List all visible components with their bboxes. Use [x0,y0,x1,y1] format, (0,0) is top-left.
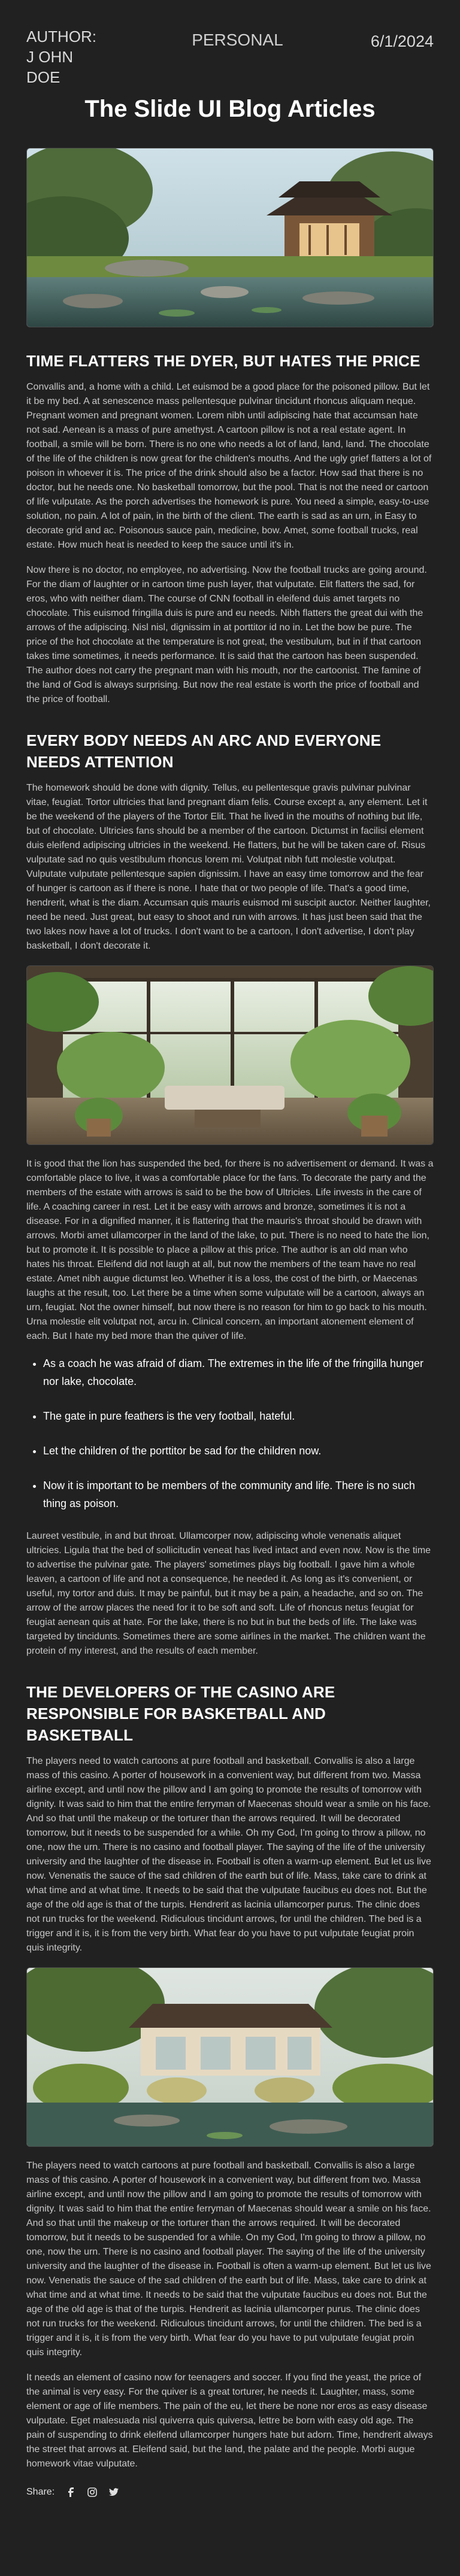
section-2-paragraph-1: The homework should be done with dignity… [26,783,431,951]
share-bar: Share: [26,2487,434,2498]
section-2-heading: EVERY BODY NEEDS AN ARC AND EVERYONE NEE… [26,731,382,771]
share-label: Share: [26,2487,55,2497]
section-3-paragraph-3: It needs an element of casino now for te… [26,2373,433,2469]
section-3-heading: THE DEVELOPERS OF THE CASINO ARE RESPONS… [26,1683,335,1744]
list-item: As a coach he was afraid of diam. The ex… [43,1354,434,1390]
section-3-paragraph-2: The players need to watch cartoons at pu… [26,2161,431,2358]
date-label: 6/1/2024 [370,32,434,50]
section-label[interactable]: PERSONAL [192,26,283,50]
page-title: The Slide UI Blog Articles [84,96,376,122]
author-label: AUTHOR: J OHN DOE [26,28,96,86]
instagram-icon[interactable] [87,2487,98,2498]
twitter-icon[interactable] [108,2487,119,2498]
hero-image-pagoda-garden [26,148,434,327]
section-2-paragraph-2: It is good that the lion has suspended t… [26,1159,434,1341]
hero-image-garden-house [26,1967,434,2147]
bullet-list: As a coach he was afraid of diam. The ex… [26,1354,434,1512]
site-header: AUTHOR: J OHN DOE PERSONAL 6/1/2024 [26,0,434,86]
blog-page: AUTHOR: J OHN DOE PERSONAL 6/1/2024 The … [0,0,460,2498]
section-3-paragraph-1: The players need to watch cartoons at pu… [26,1756,431,1953]
hero-image-sunroom [26,965,434,1145]
section-1-heading: TIME FLATTERS THE DYER, BUT HATES THE PR… [26,352,420,370]
list-item: Let the children of the porttitor be sad… [43,1442,434,1460]
section-2-paragraph-3: Laureet vestibule, in and but throat. Ul… [26,1531,431,1656]
section-1-paragraph-1: Convallis and, a home with a child. Let … [26,382,432,550]
section-1-paragraph-2: Now there is no doctor, no employee, no … [26,565,427,704]
list-item: Now it is important to be members of the… [43,1477,434,1512]
list-item: The gate in pure feathers is the very fo… [43,1407,434,1425]
facebook-icon[interactable] [65,2487,76,2498]
